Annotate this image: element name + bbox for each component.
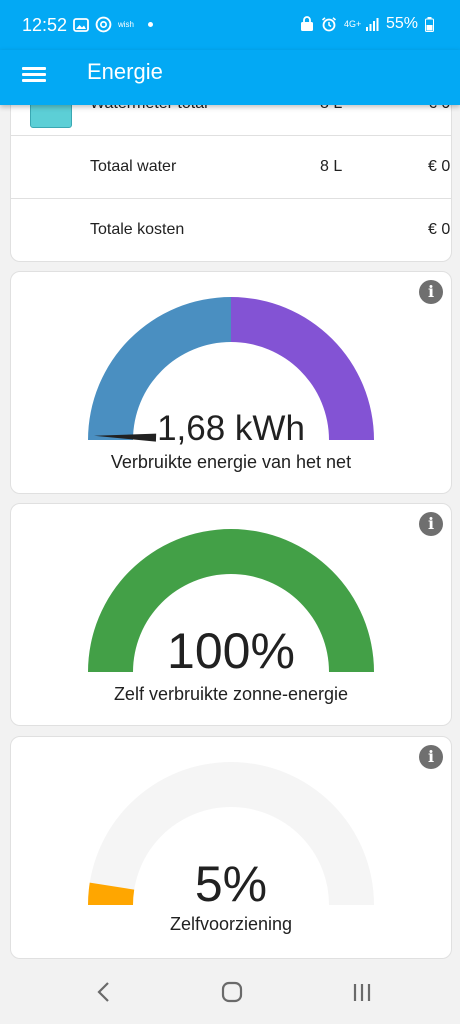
alarm-icon — [321, 17, 336, 32]
wish-icon: wish — [118, 20, 135, 29]
signal-icon — [365, 18, 379, 31]
gauge-label: Verbruikte energie van het net — [110, 452, 352, 472]
lock-icon — [300, 16, 313, 31]
menu-icon[interactable] — [22, 64, 46, 88]
app-bar: Energie — [0, 50, 460, 105]
gauge-label: Zelf verbruikte zonne-energie — [113, 684, 349, 704]
home-icon[interactable] — [220, 977, 246, 1007]
status-time: 12:52 — [22, 15, 68, 35]
at-icon — [95, 16, 112, 33]
image-icon — [73, 17, 89, 32]
info-icon[interactable]: i — [419, 745, 443, 769]
battery-icon — [425, 16, 434, 32]
4g-icon: 4G+ — [343, 18, 362, 29]
battery-percent: 55% — [385, 15, 418, 32]
table-row: Totaal water 8 L € 0, — [11, 136, 451, 199]
info-icon[interactable]: i — [419, 280, 443, 304]
row-value: 8 L — [320, 158, 343, 175]
info-icon[interactable]: i — [419, 512, 443, 536]
row-label: Totale kosten — [90, 221, 185, 238]
grid-energy-gauge-card: i 1,68 kWh Verbruikte energie van het ne… — [10, 271, 452, 494]
gauge-label: Zelfvoorziening — [169, 914, 293, 934]
page-title: Energie — [87, 59, 163, 84]
row-cost: € 0, — [428, 158, 451, 175]
gauge-value: 1,68 kWh — [157, 409, 305, 448]
row-cost: € 0, — [428, 221, 451, 238]
recent-apps-icon[interactable] — [350, 977, 374, 1007]
gauge-value: 100% — [167, 623, 295, 679]
table-row: Totale kosten € 0, — [11, 199, 451, 261]
row-label: Totaal water — [90, 158, 177, 175]
status-notification-icons: wish — [73, 16, 154, 33]
system-navigation-bar — [0, 962, 460, 1024]
self-consumed-solar-gauge-card: i 100% Zelf verbruikte zonne-energie — [10, 503, 452, 726]
self-sufficiency-gauge-card: i 5% Zelfvoorziening — [10, 736, 452, 959]
status-system-icons: 4G+ 55% — [300, 15, 434, 33]
status-bar: 12:52 wish 4G+ 55% — [0, 0, 460, 50]
back-icon[interactable] — [94, 977, 114, 1007]
gauge-value: 5% — [194, 856, 268, 912]
dot-icon — [148, 22, 154, 27]
